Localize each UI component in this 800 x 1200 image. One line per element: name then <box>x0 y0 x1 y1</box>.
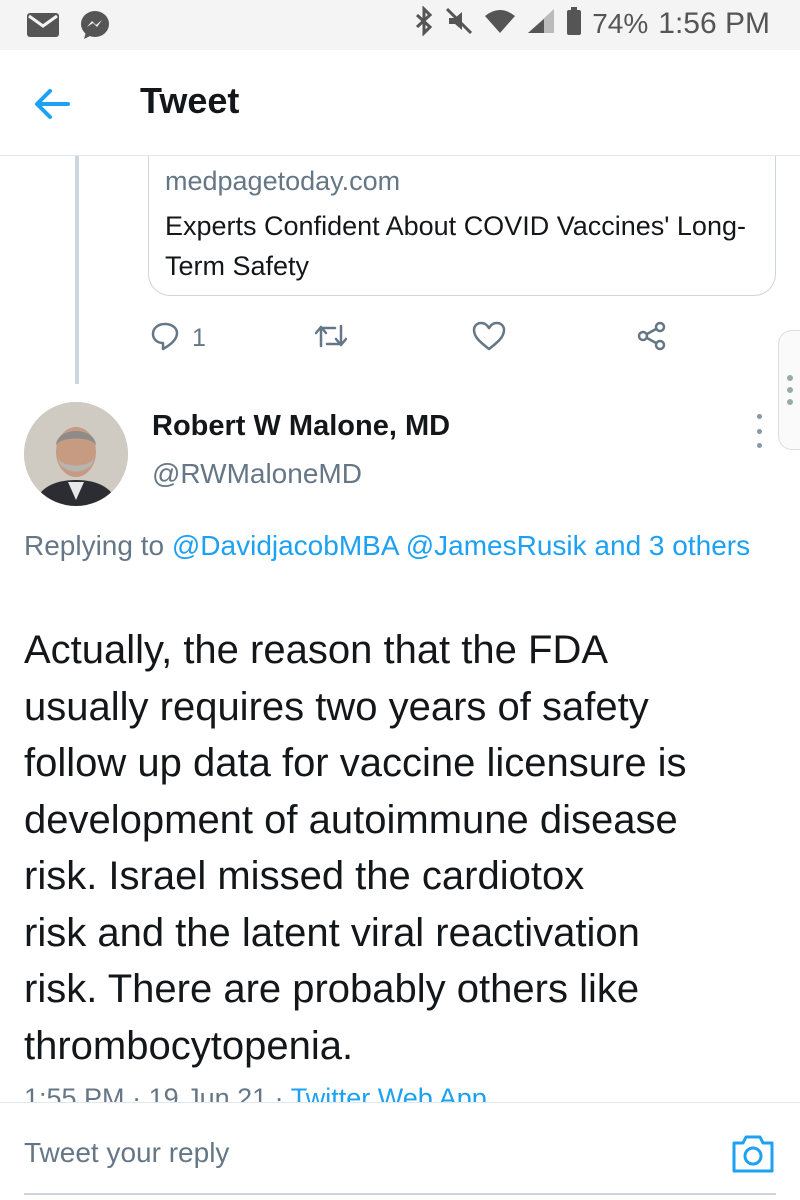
reply-icon <box>150 321 180 356</box>
avatar[interactable] <box>24 402 128 506</box>
reply-context: Replying to @DavidjacobMBA @JamesRusik a… <box>24 526 764 566</box>
status-bar: 74% 1:56 PM <box>0 0 800 50</box>
link-domain: medpagetoday.com <box>165 166 401 196</box>
author-name[interactable]: Robert W Malone, MD <box>152 410 450 443</box>
tweet-source[interactable]: Twitter Web App <box>291 1083 487 1104</box>
back-button[interactable] <box>30 82 74 126</box>
reply-input[interactable] <box>24 1131 704 1175</box>
battery-icon <box>566 6 582 41</box>
scroll-handle[interactable] <box>778 330 800 450</box>
tweet-text: Actually, the reason that the FDA usuall… <box>24 628 687 1068</box>
tweet-metadata: 1:55 PM · 19 Jun 21 · Twitter Web App <box>24 1078 487 1104</box>
tweet-time: 1:55 PM <box>24 1083 125 1104</box>
reply-count: 1 <box>192 323 206 352</box>
share-icon <box>636 320 668 357</box>
tweet-actions: 1 <box>150 316 690 360</box>
notification-icons <box>26 10 110 45</box>
link-title: Experts Confident About COVID Vaccines' … <box>165 211 746 281</box>
wifi-icon <box>484 8 516 39</box>
more-options-button[interactable] <box>748 414 770 448</box>
reply-input-underline <box>24 1193 776 1195</box>
reply-button[interactable]: 1 <box>150 316 206 360</box>
signal-icon <box>526 7 556 40</box>
messenger-icon <box>80 10 110 45</box>
battery-percent: 74% <box>592 7 649 39</box>
share-button[interactable] <box>636 316 668 360</box>
camera-button[interactable] <box>730 1133 776 1175</box>
system-icons: 74% 1:56 PM <box>414 5 770 41</box>
author-handle[interactable]: @RWMaloneMD <box>152 458 362 490</box>
more-vertical-icon <box>756 414 762 419</box>
like-icon <box>472 321 506 356</box>
clock: 1:56 PM <box>658 6 770 40</box>
like-button[interactable] <box>472 316 506 360</box>
tweet-date: 19 Jun 21 <box>148 1083 268 1104</box>
retweet-button[interactable] <box>312 316 350 360</box>
mail-icon <box>26 12 60 43</box>
arrow-left-icon <box>30 89 74 130</box>
mention-link[interactable]: @DavidjacobMBA <box>172 530 398 561</box>
others-link[interactable]: and 3 others <box>594 530 750 561</box>
reply-composer <box>0 1102 800 1200</box>
thread-connector-line <box>75 156 79 384</box>
bluetooth-icon <box>414 5 434 41</box>
mention-link[interactable]: @JamesRusik <box>406 530 587 561</box>
mute-icon <box>444 6 474 41</box>
replying-to-label: Replying to <box>24 530 172 561</box>
app-header: Tweet <box>0 50 800 156</box>
camera-icon <box>730 1135 776 1179</box>
page-title: Tweet <box>140 80 240 121</box>
link-preview-card[interactable]: medpagetoday.com Experts Confident About… <box>148 156 776 296</box>
retweet-icon <box>312 321 350 356</box>
